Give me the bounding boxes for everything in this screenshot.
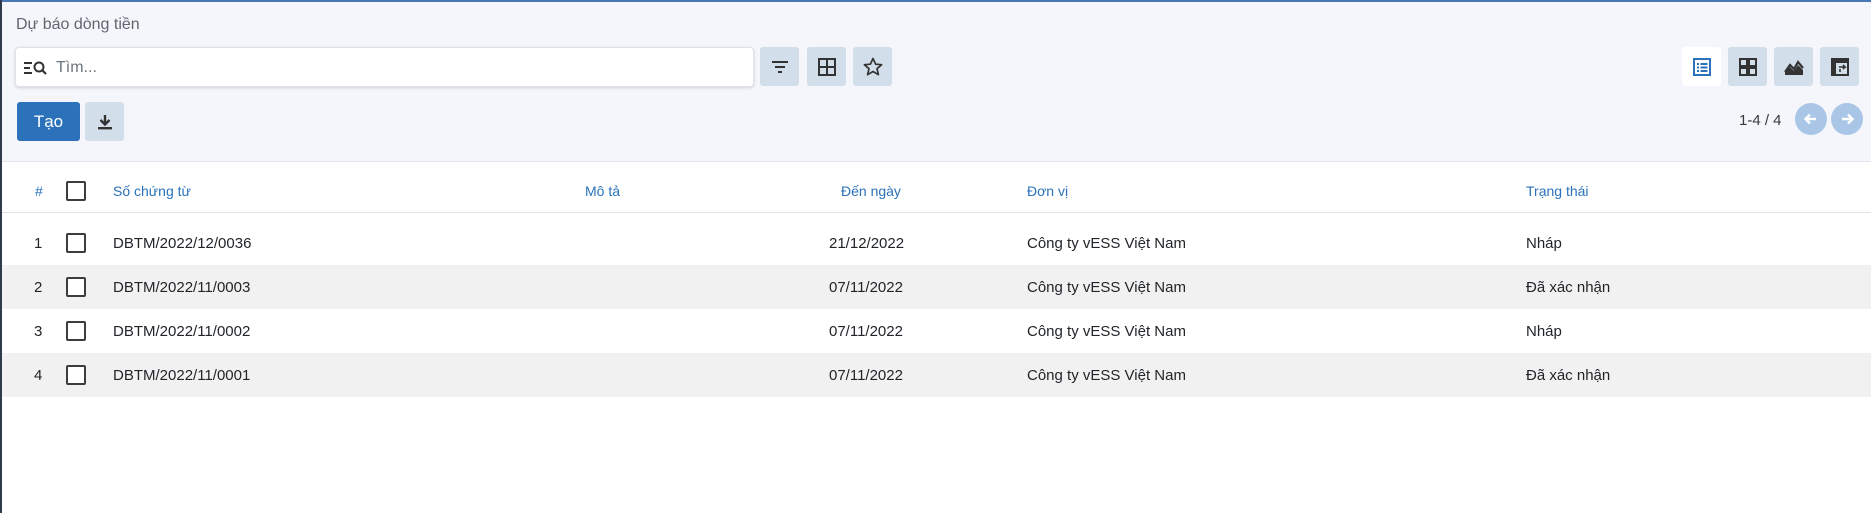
list-view-icon [1692, 57, 1711, 76]
row-number: 2 [34, 278, 43, 296]
pager-previous-button[interactable] [1795, 103, 1827, 135]
unit-cell: Công ty vESS Việt Nam [1027, 278, 1186, 296]
unit-cell: Công ty vESS Việt Nam [1027, 366, 1186, 384]
graph-view-icon [1783, 59, 1804, 75]
filter-icon [771, 60, 788, 73]
arrow-left-icon [1803, 113, 1816, 125]
row-checkbox[interactable] [66, 233, 86, 253]
group-by-button[interactable] [807, 47, 846, 86]
column-header-status[interactable]: Trạng thái [1526, 170, 1589, 212]
row-number: 4 [34, 366, 43, 384]
graph-view-button[interactable] [1774, 47, 1813, 86]
column-header-document-number[interactable]: Số chứng từ [113, 170, 191, 212]
control-panel: Dự báo dòng tiền Tìm... Tạo 1-4 / 4 [2, 2, 1871, 162]
download-icon [97, 114, 112, 129]
table-row[interactable]: 2 DBTM/2022/11/0003 07/11/2022 Công ty v… [2, 265, 1871, 309]
search-input[interactable] [56, 56, 736, 80]
arrow-right-icon [1842, 113, 1855, 125]
column-header-to-date[interactable]: Đến ngày [841, 170, 901, 212]
pivot-view-button[interactable] [1820, 47, 1859, 86]
table-row[interactable]: 3 DBTM/2022/11/0002 07/11/2022 Công ty v… [2, 309, 1871, 353]
to-date-cell: 07/11/2022 [829, 322, 903, 340]
column-header-unit[interactable]: Đơn vị [1027, 170, 1068, 212]
document-number-cell: DBTM/2022/11/0003 [113, 278, 251, 296]
pager-next-button[interactable] [1831, 103, 1863, 135]
kanban-view-button[interactable] [1728, 47, 1767, 86]
table-header: # Số chứng từ Mô tả Đến ngày Đơn vị Trạn… [2, 170, 1871, 213]
status-cell: Đã xác nhận [1526, 366, 1611, 384]
download-button[interactable] [85, 102, 124, 141]
column-header-description[interactable]: Mô tả [585, 170, 620, 212]
select-all-checkbox[interactable] [66, 181, 86, 201]
filter-button[interactable] [760, 47, 799, 86]
grid-icon [817, 57, 836, 76]
kanban-view-icon [1738, 57, 1757, 76]
row-number: 3 [34, 322, 43, 340]
to-date-cell: 07/11/2022 [829, 278, 903, 296]
breadcrumb: Dự báo dòng tiền [16, 16, 140, 33]
document-number-cell: DBTM/2022/12/0036 [113, 234, 252, 252]
pager-counter[interactable]: 1-4 / 4 [1739, 112, 1782, 129]
row-number: 1 [34, 234, 43, 252]
search-options-icon[interactable] [24, 59, 48, 77]
pivot-view-icon [1830, 57, 1849, 76]
status-cell: Nháp [1526, 322, 1562, 340]
row-checkbox[interactable] [66, 321, 86, 341]
to-date-cell: 21/12/2022 [829, 234, 905, 252]
unit-cell: Công ty vESS Việt Nam [1027, 322, 1186, 340]
list-view-button[interactable] [1682, 47, 1721, 86]
column-header-number: # [35, 183, 43, 199]
search-box[interactable] [15, 47, 754, 87]
status-cell: Đã xác nhận [1526, 278, 1611, 296]
document-number-cell: DBTM/2022/11/0001 [113, 366, 251, 384]
row-checkbox[interactable] [66, 277, 86, 297]
document-number-cell: DBTM/2022/11/0002 [113, 322, 251, 340]
table-row[interactable]: 1 DBTM/2022/12/0036 21/12/2022 Công ty v… [2, 221, 1871, 265]
unit-cell: Công ty vESS Việt Nam [1027, 234, 1186, 252]
favorites-button[interactable] [853, 47, 892, 86]
star-icon [863, 57, 882, 76]
create-button[interactable]: Tạo [17, 102, 80, 141]
status-cell: Nháp [1526, 234, 1562, 252]
table-row[interactable]: 4 DBTM/2022/11/0001 07/11/2022 Công ty v… [2, 353, 1871, 397]
to-date-cell: 07/11/2022 [829, 366, 903, 384]
row-checkbox[interactable] [66, 365, 86, 385]
